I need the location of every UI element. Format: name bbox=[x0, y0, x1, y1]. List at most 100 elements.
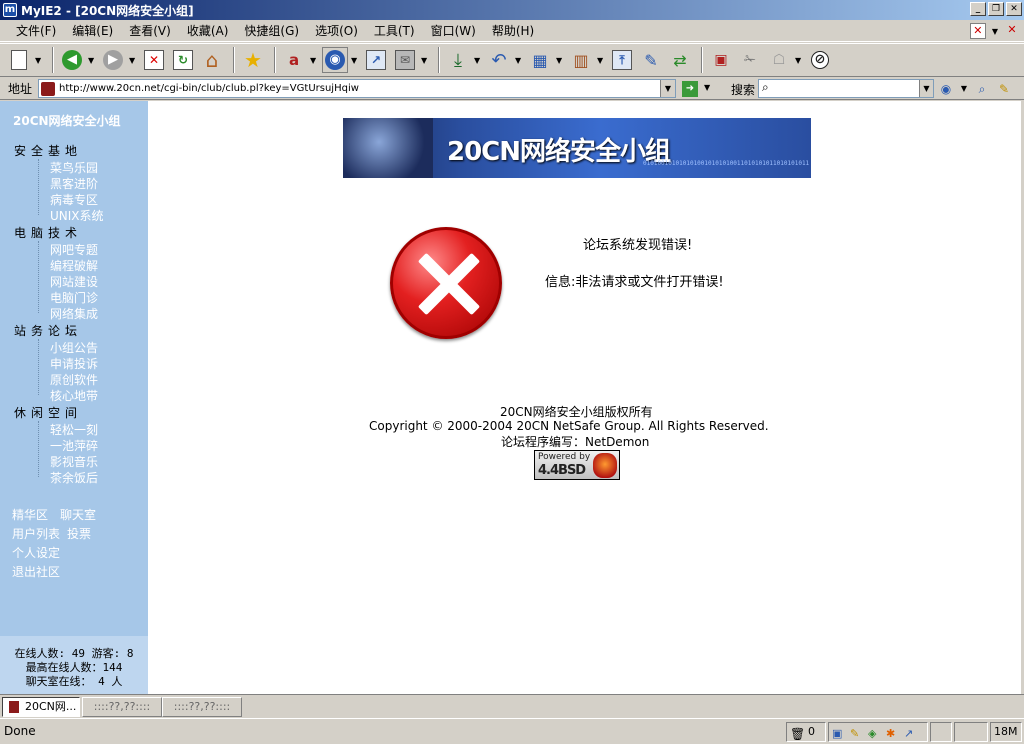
search-dropdown[interactable]: ▼ bbox=[919, 80, 933, 97]
font-size-button[interactable]: a bbox=[281, 47, 307, 73]
proxy-button[interactable]: ☖ bbox=[766, 47, 792, 73]
columns-dropdown[interactable]: ▼ bbox=[597, 56, 605, 65]
tab-blank-1[interactable]: ::::??,??:::: bbox=[82, 697, 162, 717]
new-document-icon bbox=[11, 50, 27, 70]
sidebar-link[interactable]: 网吧专题 bbox=[50, 241, 98, 258]
sidebar-link[interactable]: 网络集成 bbox=[50, 305, 98, 322]
sidebar-link[interactable]: 影视音乐 bbox=[50, 453, 98, 470]
home-button[interactable]: ⌂ bbox=[199, 47, 225, 73]
powered-by-label: Powered by bbox=[538, 452, 591, 462]
sync-button[interactable]: ⇄ bbox=[667, 47, 693, 73]
refresh-button[interactable]: ↻ bbox=[170, 47, 196, 73]
highlight-icon[interactable]: ✎ bbox=[996, 81, 1012, 97]
sidebar-item-settings[interactable]: 个人设定 bbox=[12, 544, 60, 561]
tab-blank-2[interactable]: ::::??,??:::: bbox=[162, 697, 242, 717]
download-dropdown[interactable]: ▼ bbox=[474, 56, 482, 65]
menu-file[interactable]: 文件(F) bbox=[8, 22, 64, 39]
sidebar-item-logout[interactable]: 退出社区 bbox=[12, 563, 60, 580]
menu-window[interactable]: 窗口(W) bbox=[423, 22, 484, 39]
sidebar-link[interactable]: 原创软件 bbox=[50, 371, 98, 388]
mail-button[interactable]: ✉ bbox=[392, 47, 418, 73]
new-window-dropdown[interactable]: ▼ bbox=[35, 56, 43, 65]
sidebar-link[interactable]: 茶余饭后 bbox=[50, 469, 98, 486]
find-icon[interactable]: ⌕ bbox=[974, 81, 990, 97]
sidebar-link[interactable]: UNIX系统 bbox=[50, 207, 104, 224]
search-input[interactable]: ⌕ ▼ bbox=[758, 79, 934, 98]
compass-button[interactable]: ⊘ bbox=[807, 47, 833, 73]
sidebar-link[interactable]: 核心地带 bbox=[50, 387, 98, 404]
upload-button[interactable]: ⤒ bbox=[609, 47, 635, 73]
undo-close-dropdown[interactable]: ▼ bbox=[515, 56, 523, 65]
back-button[interactable]: ◀ bbox=[59, 47, 85, 73]
forum-banner[interactable]: 20CN网络安全小组 01010010101010100101010100110… bbox=[343, 118, 811, 178]
columns-button[interactable]: ▥ bbox=[568, 47, 594, 73]
chevron-down-icon[interactable]: ▼ bbox=[992, 27, 998, 36]
menu-groups[interactable]: 快捷组(G) bbox=[236, 22, 307, 39]
menu-favorites[interactable]: 收藏(A) bbox=[179, 22, 237, 39]
java-toggle-icon[interactable]: ◈ bbox=[868, 725, 882, 740]
web-dropdown[interactable]: ▼ bbox=[351, 56, 359, 65]
menu-tools[interactable]: 工具(T) bbox=[366, 22, 423, 39]
popup-icon: ▣ bbox=[714, 52, 728, 68]
script-toggle-icon[interactable]: ✎ bbox=[850, 725, 864, 740]
sidebar-item-user-list[interactable]: 用户列表 bbox=[12, 525, 60, 542]
sidebar-link[interactable]: 电脑门诊 bbox=[50, 289, 98, 306]
address-url[interactable]: http://www.20cn.net/cgi-bin/club/club.pl… bbox=[59, 83, 359, 94]
sidebar-link[interactable]: 编程破解 bbox=[50, 257, 98, 274]
undo-close-button[interactable]: ↶ bbox=[486, 47, 512, 73]
sidebar-item-chatroom[interactable]: 聊天室 bbox=[60, 506, 96, 523]
address-input[interactable]: http://www.20cn.net/cgi-bin/club/club.pl… bbox=[38, 79, 676, 98]
forward-dropdown[interactable]: ▼ bbox=[129, 56, 137, 65]
go-button[interactable]: ➜ bbox=[682, 81, 698, 97]
sidebar-item-digest[interactable]: 精华区 bbox=[12, 506, 48, 523]
menu-view[interactable]: 查看(V) bbox=[121, 22, 179, 39]
sidebar-link[interactable]: 小组公告 bbox=[50, 339, 98, 356]
address-dropdown[interactable]: ▼ bbox=[660, 80, 675, 97]
forward-button[interactable]: ▶ bbox=[100, 47, 126, 73]
new-window-button[interactable] bbox=[6, 47, 32, 73]
sidebar-link[interactable]: 轻松一刻 bbox=[50, 421, 98, 438]
mail-dropdown[interactable]: ▼ bbox=[421, 56, 429, 65]
main-content: 20CN网络安全小组 01010010101010100101010100110… bbox=[148, 101, 1021, 694]
sidebar-link[interactable]: 一池萍碎 bbox=[50, 437, 98, 454]
block-popup-button[interactable]: ▣ bbox=[708, 47, 734, 73]
close-window-button[interactable]: ✕ bbox=[1006, 2, 1022, 16]
favorites-button[interactable]: ★ bbox=[240, 47, 266, 73]
sidebar-link[interactable]: 网站建设 bbox=[50, 273, 98, 290]
back-dropdown[interactable]: ▼ bbox=[88, 56, 96, 65]
close-tab-icon[interactable]: ✕ bbox=[1004, 23, 1020, 39]
web-button[interactable]: ◉ bbox=[322, 47, 348, 73]
go-dropdown[interactable]: ▼ bbox=[704, 83, 712, 92]
window-button[interactable]: ↗ bbox=[363, 47, 389, 73]
tab-20cn[interactable]: 20CN网... bbox=[2, 697, 80, 717]
activex-toggle-icon[interactable]: ✱ bbox=[886, 725, 900, 740]
proxy-dropdown[interactable]: ▼ bbox=[795, 56, 803, 65]
sound-toggle-icon[interactable]: ↗ bbox=[904, 725, 918, 740]
sidebar-link[interactable]: 申请投诉 bbox=[50, 355, 98, 372]
search-engine-icon[interactable]: ◉ bbox=[938, 81, 954, 97]
columns-icon: ▥ bbox=[573, 50, 589, 70]
sidebar-link[interactable]: 病毒专区 bbox=[50, 191, 98, 208]
sidebar-link[interactable]: 菜鸟乐园 bbox=[50, 159, 98, 176]
menu-help[interactable]: 帮助(H) bbox=[484, 22, 542, 39]
sidebar-item-vote[interactable]: 投票 bbox=[67, 525, 91, 542]
tile-dropdown[interactable]: ▼ bbox=[556, 56, 564, 65]
search-engine-dropdown[interactable]: ▼ bbox=[960, 81, 968, 97]
menu-edit[interactable]: 编辑(E) bbox=[64, 22, 121, 39]
sidebar-link[interactable]: 黑客进阶 bbox=[50, 175, 98, 192]
restore-button[interactable]: ❐ bbox=[988, 2, 1004, 16]
stop-button[interactable]: ✕ bbox=[141, 47, 167, 73]
tile-button[interactable]: ▦ bbox=[527, 47, 553, 73]
font-size-dropdown[interactable]: ▼ bbox=[310, 56, 318, 65]
clean-button[interactable]: ✁ bbox=[737, 47, 763, 73]
powered-by-badge[interactable]: Powered by 4.4BSD bbox=[534, 450, 620, 480]
popup-blocked-counter[interactable]: 🗑 0 bbox=[786, 722, 826, 742]
sidebar-title[interactable]: 20CN网络安全小组 bbox=[13, 112, 121, 129]
wrench-icon: ✁ bbox=[744, 52, 756, 68]
edit-button[interactable]: ✎ bbox=[638, 47, 664, 73]
download-button[interactable]: ⤓ bbox=[445, 47, 471, 73]
minimize-button[interactable]: _ bbox=[970, 2, 986, 16]
close-all-icon[interactable]: ✕ bbox=[969, 23, 986, 39]
menu-options[interactable]: 选项(O) bbox=[307, 22, 366, 39]
image-toggle-icon[interactable]: ▣ bbox=[832, 725, 846, 740]
